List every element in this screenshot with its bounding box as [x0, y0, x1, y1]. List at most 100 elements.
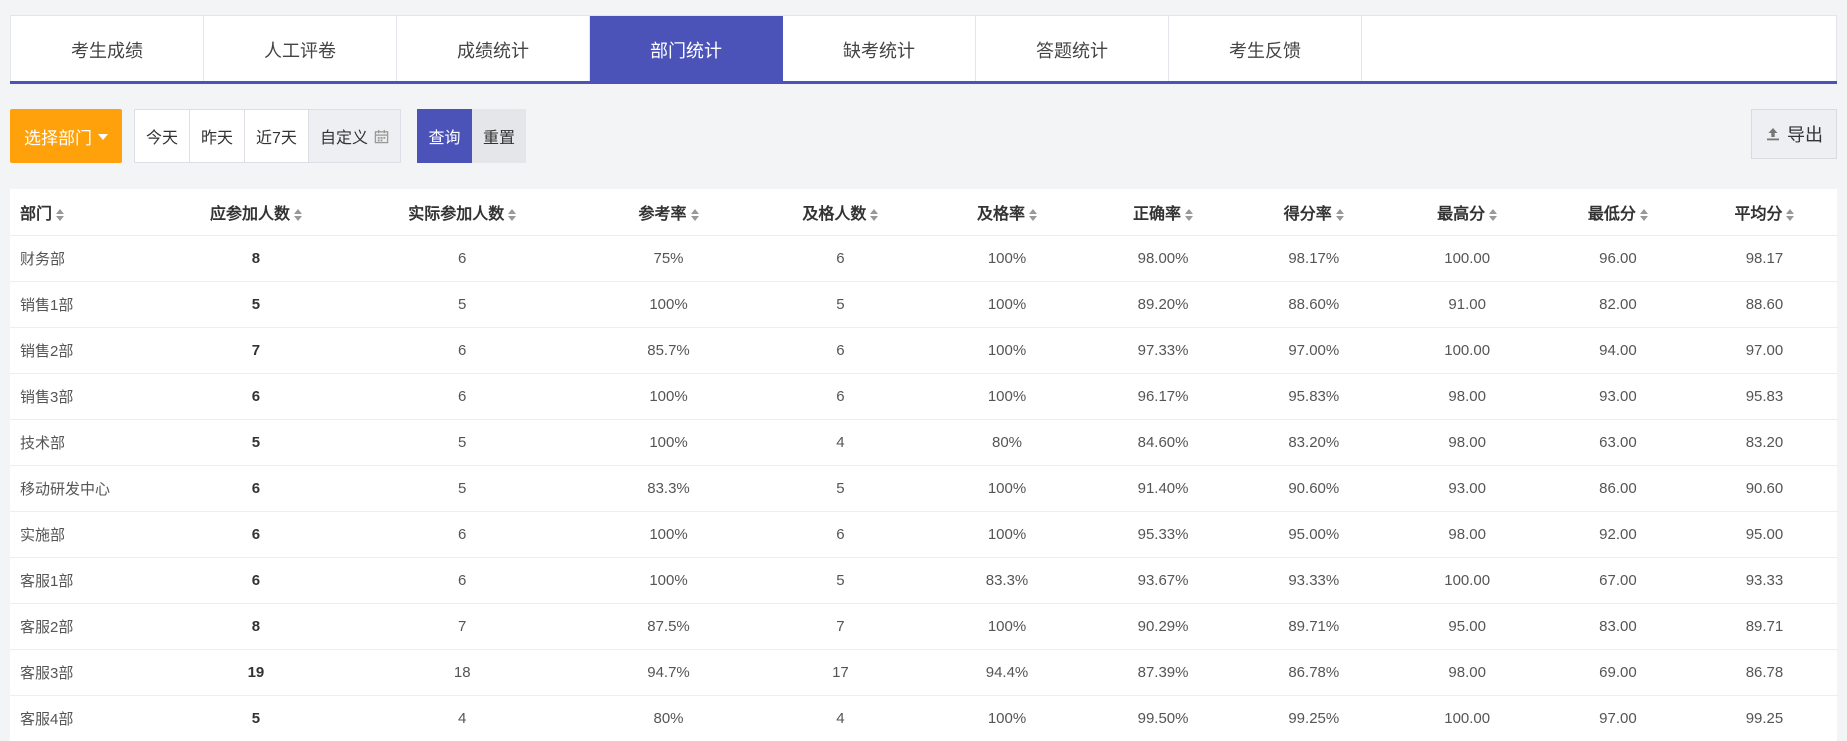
table-row: 技术部 5 5 100% 4 80% 84.60% 83.20% 98.00 63.00 83.20 [10, 419, 1837, 466]
table-cell: 5 [168, 695, 344, 741]
table-cell: 7 [168, 327, 344, 374]
tab-score-statistics[interactable]: 成绩统计 [397, 16, 590, 83]
table-cell: 96.00 [1543, 235, 1692, 282]
table-cell: 8 [168, 603, 344, 650]
table-cell: 98.00 [1390, 511, 1544, 558]
table-cell: 97.00 [1691, 327, 1837, 374]
column-header-pass-rate[interactable]: 及格率 [925, 189, 1089, 236]
date-yesterday-button[interactable]: 昨天 [190, 110, 246, 162]
table-cell: 6 [168, 373, 344, 420]
export-button[interactable]: 导出 [1751, 109, 1837, 159]
table-cell: 97.33% [1089, 327, 1238, 374]
date-7days-button[interactable]: 近7天 [245, 110, 309, 162]
table-cell: 93.33 [1691, 557, 1837, 604]
table-cell: 86.78% [1237, 649, 1391, 696]
tab-answer-statistics[interactable]: 答题统计 [976, 16, 1169, 83]
table-cell: 客服3部 [10, 649, 169, 696]
calendar-icon [374, 129, 389, 144]
table-cell: 100.00 [1390, 695, 1544, 741]
table-cell: 100% [581, 511, 756, 558]
table-cell: 98.00 [1390, 373, 1544, 420]
column-header-pass-count[interactable]: 及格人数 [755, 189, 926, 236]
reset-button[interactable]: 重置 [472, 109, 526, 163]
table-cell: 18 [343, 649, 582, 696]
table-cell: 100% [925, 235, 1089, 282]
column-header-label: 及格率 [977, 205, 1026, 223]
date-custom-button[interactable]: 自定义 [308, 110, 400, 162]
table-cell: 88.60 [1691, 281, 1837, 328]
table-cell: 6 [343, 373, 582, 420]
sort-icon [1489, 208, 1498, 221]
table-cell: 94.7% [581, 649, 756, 696]
export-label: 导出 [1787, 125, 1823, 145]
column-header-attendance-rate[interactable]: 参考率 [581, 189, 756, 236]
table-cell: 6 [343, 327, 582, 374]
table-cell: 75% [581, 235, 756, 282]
table-cell: 5 [755, 557, 926, 604]
table-cell: 技术部 [10, 419, 169, 466]
column-header-accuracy[interactable]: 正确率 [1089, 189, 1238, 236]
table-cell: 92.00 [1543, 511, 1692, 558]
table-cell: 98.00% [1089, 235, 1238, 282]
date-today-button[interactable]: 今天 [135, 110, 191, 162]
query-button[interactable]: 查询 [417, 109, 472, 163]
select-department-button[interactable]: 选择部门 [10, 109, 122, 163]
table-cell: 5 [168, 419, 344, 466]
sort-icon [870, 208, 879, 221]
table-cell: 93.33% [1237, 557, 1391, 604]
column-header-score-rate[interactable]: 得分率 [1237, 189, 1391, 236]
column-header-department[interactable]: 部门 [10, 189, 169, 236]
table-cell: 98.00 [1390, 649, 1544, 696]
table-cell: 96.17% [1089, 373, 1238, 420]
table-cell: 6 [755, 327, 926, 374]
table-cell: 7 [755, 603, 926, 650]
column-header-min-score[interactable]: 最低分 [1543, 189, 1692, 236]
table-cell: 98.00 [1390, 419, 1544, 466]
table-cell: 销售1部 [10, 281, 169, 328]
table-cell: 95.00% [1237, 511, 1391, 558]
table-cell: 99.25% [1237, 695, 1391, 741]
column-header-expected[interactable]: 应参加人数 [168, 189, 344, 236]
table-cell: 6 [168, 511, 344, 558]
table-cell: 6 [168, 557, 344, 604]
tab-bar: 考生成绩 人工评卷 成绩统计 部门统计 缺考统计 答题统计 考生反馈 [10, 15, 1837, 83]
table-cell: 销售3部 [10, 373, 169, 420]
table-cell: 5 [755, 465, 926, 512]
table-cell: 98.17 [1691, 235, 1837, 282]
table-cell: 19 [168, 649, 344, 696]
table-cell: 4 [755, 419, 926, 466]
tab-absence-statistics[interactable]: 缺考统计 [783, 16, 976, 83]
table-row: 销售1部 5 5 100% 5 100% 89.20% 88.60% 91.00 82.00 88.… [10, 281, 1837, 328]
table-cell: 95.83 [1691, 373, 1837, 420]
column-header-max-score[interactable]: 最高分 [1390, 189, 1544, 236]
table-cell: 100% [581, 557, 756, 604]
sort-icon [56, 208, 65, 221]
table-cell: 85.7% [581, 327, 756, 374]
tab-manual-grading[interactable]: 人工评卷 [204, 16, 397, 83]
column-header-label: 得分率 [1283, 205, 1332, 223]
sort-icon [1335, 208, 1344, 221]
tab-candidate-scores[interactable]: 考生成绩 [11, 16, 204, 83]
table-cell: 84.60% [1089, 419, 1238, 466]
table-row: 销售2部 7 6 85.7% 6 100% 97.33% 97.00% 100.00 94.00 9… [10, 327, 1837, 374]
sort-icon [1786, 208, 1795, 221]
column-header-label: 应参加人数 [209, 205, 290, 223]
column-header-actual[interactable]: 实际参加人数 [343, 189, 582, 236]
table-cell: 87.39% [1089, 649, 1238, 696]
table-cell: 83.3% [925, 557, 1089, 604]
department-stats-table: 部门 应参加人数 实际参加人数 参考率 及格人数 及格率 正确率 得分率 最高分… [10, 189, 1837, 741]
table-cell: 86.00 [1543, 465, 1692, 512]
table-row: 客服4部 5 4 80% 4 100% 99.50% 99.25% 100.00 97.00 99.… [10, 695, 1837, 741]
column-header-label: 最高分 [1437, 205, 1486, 223]
tab-candidate-feedback[interactable]: 考生反馈 [1169, 16, 1362, 83]
tab-department-statistics[interactable]: 部门统计 [590, 16, 783, 83]
table-cell: 100% [925, 603, 1089, 650]
table-cell: 98.17% [1237, 235, 1391, 282]
table-cell: 90.60% [1237, 465, 1391, 512]
table-cell: 88.60% [1237, 281, 1391, 328]
table-cell: 95.00 [1691, 511, 1837, 558]
table-cell: 93.00 [1390, 465, 1544, 512]
table-cell: 100% [925, 327, 1089, 374]
column-header-avg-score[interactable]: 平均分 [1691, 189, 1837, 236]
table-cell: 95.83% [1237, 373, 1391, 420]
